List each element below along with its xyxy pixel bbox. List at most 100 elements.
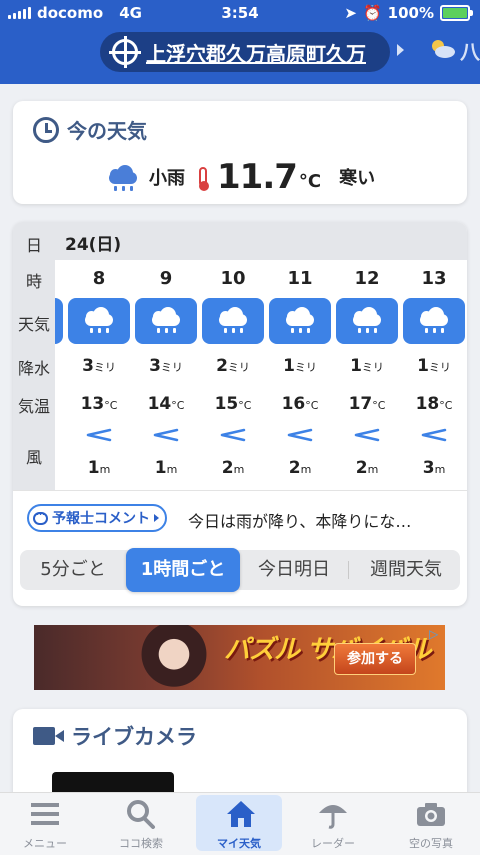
rain-cloud-icon: [416, 306, 452, 333]
crosshair-icon: [109, 36, 141, 68]
ad-join-button[interactable]: 参加する: [334, 643, 416, 675]
camera-icon: [417, 803, 445, 826]
hour-column: 13 1ミリ 18°C 3m: [401, 222, 467, 490]
rain-cloud-icon: [349, 306, 385, 333]
clock-time: 3:54: [221, 4, 259, 22]
hour-label: 12: [354, 268, 380, 289]
temperature-value: 15°C: [214, 394, 252, 414]
tab-menu[interactable]: メニュー: [0, 793, 90, 855]
precipitation-value: 3ミリ: [149, 356, 183, 376]
temperature-value: 13°C: [80, 394, 118, 414]
live-camera-title: ライブカメラ: [71, 725, 197, 749]
thermometer-icon: [199, 167, 209, 191]
tab-search[interactable]: ココ検索: [96, 793, 186, 855]
row-label-temp: 気温: [17, 397, 50, 416]
umbrella-icon: [319, 805, 347, 829]
temperature-value: 17°C: [348, 394, 386, 414]
wind-direction-icon: [220, 428, 246, 442]
wind-speed-value: 2m: [355, 458, 379, 478]
row-label-hour: 時: [25, 272, 42, 291]
wind-direction-icon: [354, 428, 380, 442]
hour-label: 8: [92, 268, 106, 289]
hour-column: 8 3ミリ 13°C 1m: [66, 222, 132, 490]
wind-direction-icon: [421, 428, 447, 442]
bottom-tab-bar: メニュー ココ検索 マイ天気 レーダー 空の写真: [0, 792, 480, 855]
video-camera-icon: [33, 727, 64, 745]
wind-direction-icon: [86, 428, 112, 442]
location-selector[interactable]: 上浮穴郡久万高原町久万: [100, 32, 390, 72]
hour-label: 10: [220, 268, 246, 289]
wind-direction-icon: [153, 428, 179, 442]
tab-sky-photos-label: 空の写真: [409, 837, 453, 850]
tab-my-weather[interactable]: マイ天気: [192, 793, 282, 855]
forecaster-comment-button[interactable]: 予報士コメント: [27, 504, 167, 532]
hourly-forecast-card: 24(日) 日 時 天気 降水 気温 風 74ミリ13°C1m83ミリ13°C1…: [13, 222, 467, 606]
next-location-arrow-icon[interactable]: [397, 44, 404, 56]
wind-speed-value: 1m: [154, 458, 178, 478]
tab-radar[interactable]: レーダー: [288, 793, 378, 855]
forecast-interval-tabs: 5分ごと 1時間ごと 今日明日 週間天気: [20, 548, 460, 592]
weather-tile: [336, 298, 398, 344]
row-label-rain: 降水: [17, 359, 50, 378]
temperature-unit: °C: [298, 170, 322, 192]
hourly-table[interactable]: 24(日) 日 時 天気 降水 気温 風 74ミリ13°C1m83ミリ13°C1…: [13, 222, 467, 490]
battery-percent: 100%: [387, 4, 434, 22]
wind-speed-value: 2m: [221, 458, 245, 478]
tab-hourly[interactable]: 1時間ごと: [126, 548, 240, 592]
menu-icon: [31, 803, 59, 825]
current-weather-card: 今の天気 小雨 11.7 °C 寒い: [13, 101, 467, 204]
rain-cloud-icon: [215, 306, 251, 333]
tab-search-label: ココ検索: [119, 837, 163, 850]
hour-column: 9 3ミリ 14°C 1m: [133, 222, 199, 490]
next-location[interactable]: 八: [428, 36, 480, 65]
tab-radar-label: レーダー: [311, 837, 355, 850]
hour-label: 11: [287, 268, 313, 289]
tab-5min[interactable]: 5分ごと: [20, 550, 126, 590]
tab-today-tomorrow[interactable]: 今日明日: [242, 550, 346, 590]
wind-speed-value: 1m: [87, 458, 111, 478]
advertisement-banner[interactable]: パズル サバイバル 参加する ▷: [34, 625, 445, 690]
speech-bubble-icon: [33, 508, 48, 525]
current-condition: 小雨: [149, 168, 185, 189]
row-label-weather: 天気: [17, 315, 50, 334]
app-header: docomo 4G 3:54 ➤ ⏰ 100% 上浮穴郡久万高原町久万 八: [0, 0, 480, 84]
location-name: 上浮穴郡久万高原町久万: [146, 41, 366, 66]
rain-cloud-icon: [81, 306, 117, 333]
current-temperature: 11.7: [217, 157, 298, 197]
feel-label: 寒い: [339, 168, 376, 189]
wind-speed-value: 2m: [288, 458, 312, 478]
hour-column: 11 1ミリ 16°C 2m: [267, 222, 333, 490]
forecaster-comment-label: 予報士コメント: [52, 511, 150, 527]
hour-column: 12 1ミリ 17°C 2m: [334, 222, 400, 490]
weather-tile: [202, 298, 264, 344]
light-rain-cloud-icon: [105, 164, 141, 191]
tab-weekly[interactable]: 週間天気: [352, 550, 460, 590]
location-arrow-icon: ➤: [344, 4, 357, 22]
battery-icon: [440, 5, 473, 21]
hour-label: 13: [421, 268, 447, 289]
sun-cloud-icon: [428, 37, 456, 64]
precipitation-value: 1ミリ: [283, 356, 317, 376]
hour-label: 9: [159, 268, 173, 289]
ad-character-image: [134, 625, 214, 690]
forecaster-comment-text[interactable]: 今日は雨が降り、本降りにな…: [188, 508, 456, 532]
wind-direction-icon: [287, 428, 313, 442]
ad-choices-icon[interactable]: ▷: [429, 627, 443, 641]
temperature-value: 14°C: [147, 394, 185, 414]
precipitation-value: 2ミリ: [216, 356, 250, 376]
row-label-wind: 風: [25, 448, 42, 467]
tab-menu-label: メニュー: [23, 837, 67, 850]
hour-column: 10 2ミリ 15°C 2m: [200, 222, 266, 490]
tab-sky-photos[interactable]: 空の写真: [386, 793, 476, 855]
next-location-name: 八: [460, 40, 480, 64]
clock-icon: [33, 116, 59, 143]
weather-tile: [68, 298, 130, 344]
precipitation-value: 3ミリ: [82, 356, 116, 376]
temperature-value: 16°C: [281, 394, 319, 414]
weather-tile: [135, 298, 197, 344]
status-bar: docomo 4G 3:54 ➤ ⏰ 100%: [0, 0, 480, 26]
weather-tile: [269, 298, 331, 344]
current-weather-title: 今の天気: [67, 119, 147, 143]
temperature-value: 18°C: [415, 394, 453, 414]
row-label-day: 日: [25, 236, 42, 255]
